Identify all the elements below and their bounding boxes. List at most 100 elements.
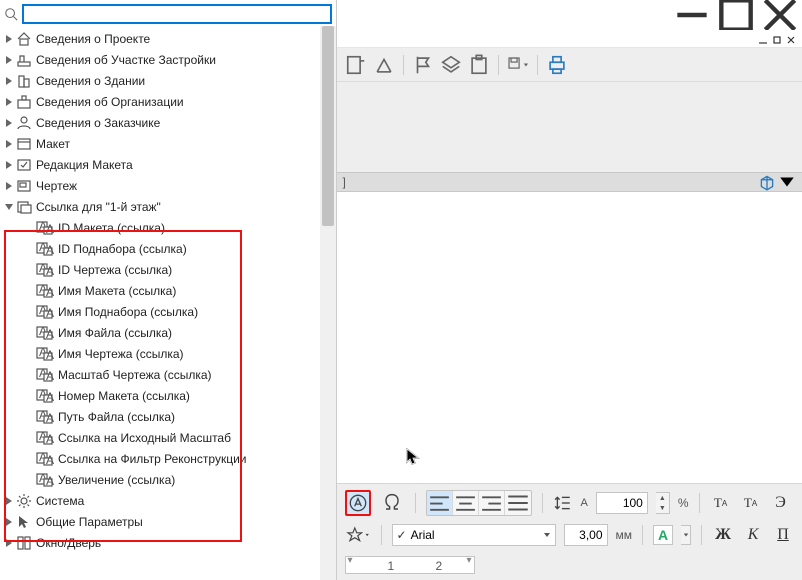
chevron-right-icon[interactable] — [4, 118, 14, 128]
align-justify-button[interactable] — [505, 491, 531, 515]
tool-icon-2[interactable] — [373, 54, 395, 76]
check-icon: ✓ — [397, 528, 407, 542]
autotext-insert-button[interactable] — [345, 490, 371, 516]
bold-button[interactable]: Ж — [712, 524, 734, 546]
view-dropdown-icon[interactable] — [778, 174, 796, 190]
print-icon[interactable] — [546, 54, 568, 76]
svg-text:A: A — [46, 390, 54, 404]
tree-item-org-info[interactable]: Сведения об Организации — [0, 91, 336, 112]
font-size-input[interactable] — [564, 524, 608, 546]
chevron-right-icon[interactable] — [4, 160, 14, 170]
minimize-button[interactable] — [670, 1, 714, 29]
chevron-right-icon[interactable] — [4, 181, 14, 191]
autotext-panel: Сведения о Проекте Сведения об Участке З… — [0, 0, 337, 580]
tree-scrollbar[interactable] — [320, 26, 336, 580]
font-select[interactable]: ✓Arial — [392, 524, 556, 546]
close-button[interactable] — [758, 1, 802, 29]
align-left-button[interactable] — [427, 491, 453, 515]
tree-subitem[interactable]: AAПуть Файла (ссылка) — [0, 406, 336, 427]
chevron-down-icon[interactable] — [4, 202, 14, 212]
symbol-omega-button[interactable] — [379, 490, 405, 516]
window-titlebar — [337, 0, 802, 30]
align-right-button[interactable] — [479, 491, 505, 515]
tree-subitem[interactable]: AAID Макета (ссылка). — [0, 217, 336, 238]
ruler-marker-left[interactable]: ▾ — [348, 555, 353, 566]
chevron-right-icon[interactable] — [4, 517, 14, 527]
tree-subitem[interactable]: AAИмя Файла (ссылка) — [0, 322, 336, 343]
tree-item-site-info[interactable]: Сведения об Участке Застройки — [0, 49, 336, 70]
tree-item-project-info[interactable]: Сведения о Проекте — [0, 28, 336, 49]
search-input[interactable] — [22, 4, 332, 24]
autotext-ref-icon: AA — [36, 304, 54, 320]
sub-minimize-icon[interactable] — [758, 34, 768, 44]
subscript-button[interactable]: TA — [740, 492, 762, 514]
chevron-right-icon[interactable] — [4, 55, 14, 65]
view-3d-icon[interactable] — [758, 174, 776, 190]
color-dropdown[interactable] — [681, 525, 691, 545]
superscript-button[interactable]: TA — [710, 492, 732, 514]
tree-label: Ссылка на Фильтр Реконструкции — [58, 452, 247, 466]
tab-stub[interactable]: ] — [343, 175, 346, 189]
tree-subitem[interactable]: AAУвеличение (ссылка) — [0, 469, 336, 490]
chevron-right-icon[interactable] — [4, 76, 14, 86]
underline-button[interactable]: П — [772, 524, 794, 546]
tree-item-layout-revision[interactable]: Редакция Макета — [0, 154, 336, 175]
svg-text:A: A — [46, 411, 54, 425]
chevron-right-icon[interactable] — [4, 34, 14, 44]
text-ruler[interactable]: ▾ 1 2 ▾ — [345, 556, 475, 574]
autotext-ref-icon: AA — [36, 325, 54, 341]
tree-label: Общие Параметры — [36, 515, 143, 529]
tree-subitem[interactable]: AAМасштаб Чертежа (ссылка) — [0, 364, 336, 385]
tree-subitem[interactable]: AAНомер Макета (ссылка) — [0, 385, 336, 406]
chevron-right-icon[interactable] — [4, 496, 14, 506]
chevron-right-icon[interactable] — [4, 538, 14, 548]
maximize-button[interactable] — [714, 1, 758, 29]
align-center-button[interactable] — [453, 491, 479, 515]
tree-subitem[interactable]: AAСсылка на Фильтр Реконструкции — [0, 448, 336, 469]
chevron-right-icon[interactable] — [4, 139, 14, 149]
separator — [642, 525, 643, 545]
tree-subitem[interactable]: AAИмя Макета (ссылка) — [0, 280, 336, 301]
tree-subitem[interactable]: AAИмя Поднабора (ссылка) — [0, 301, 336, 322]
tree-item-window-door[interactable]: Окно/Дверь — [0, 532, 336, 553]
sub-restore-icon[interactable] — [772, 34, 782, 44]
color-letter: A — [658, 527, 668, 543]
window-door-icon — [16, 535, 32, 551]
tree-item-layout[interactable]: Макет — [0, 133, 336, 154]
house-icon — [16, 31, 32, 47]
tree-label: Имя Чертежа (ссылка) — [58, 347, 184, 361]
text-color-swatch[interactable]: A — [653, 525, 673, 545]
scale-input[interactable] — [596, 492, 648, 514]
org-icon — [16, 94, 32, 110]
tree-label: Сведения о Проекте — [36, 32, 150, 46]
tool-icon-1[interactable] — [345, 54, 367, 76]
strikethrough-button[interactable]: Э — [770, 492, 792, 514]
ruler-marker-right[interactable]: ▾ — [466, 555, 471, 566]
tree-subitem[interactable]: AAСсылка на Исходный Масштаб — [0, 427, 336, 448]
layers-icon[interactable] — [440, 54, 462, 76]
svg-text:A: A — [46, 243, 54, 257]
tree-item-general-params[interactable]: Общие Параметры — [0, 511, 336, 532]
scrollbar-thumb[interactable] — [322, 26, 334, 226]
favorite-star-button[interactable] — [345, 522, 371, 548]
autotext-tree[interactable]: Сведения о Проекте Сведения об Участке З… — [0, 26, 336, 580]
tree-label: Сведения об Организации — [36, 95, 184, 109]
tree-item-building-info[interactable]: Сведения о Здании — [0, 70, 336, 91]
tree-item-reference-1floor[interactable]: Ссылка для "1-й этаж" — [0, 196, 336, 217]
tree-label: Путь Файла (ссылка) — [58, 410, 175, 424]
sub-close-icon[interactable] — [786, 34, 796, 44]
tree-item-client-info[interactable]: Сведения о Заказчике — [0, 112, 336, 133]
scale-spinner[interactable]: ▲▼ — [656, 492, 670, 514]
italic-button[interactable]: К — [742, 524, 764, 546]
tree-subitem[interactable]: AAID Чертежа (ссылка) — [0, 259, 336, 280]
tree-subitem[interactable]: AAИмя Чертежа (ссылка) — [0, 343, 336, 364]
tree-item-system[interactable]: Система — [0, 490, 336, 511]
flag-icon[interactable] — [412, 54, 434, 76]
chevron-right-icon[interactable] — [4, 97, 14, 107]
layout-icon — [16, 136, 32, 152]
canvas[interactable] — [337, 192, 802, 483]
tree-item-drawing[interactable]: Чертеж — [0, 175, 336, 196]
tree-subitem[interactable]: AAID Поднабора (ссылка) — [0, 238, 336, 259]
save-dropdown-icon[interactable] — [507, 54, 529, 76]
clipboard-icon[interactable] — [468, 54, 490, 76]
